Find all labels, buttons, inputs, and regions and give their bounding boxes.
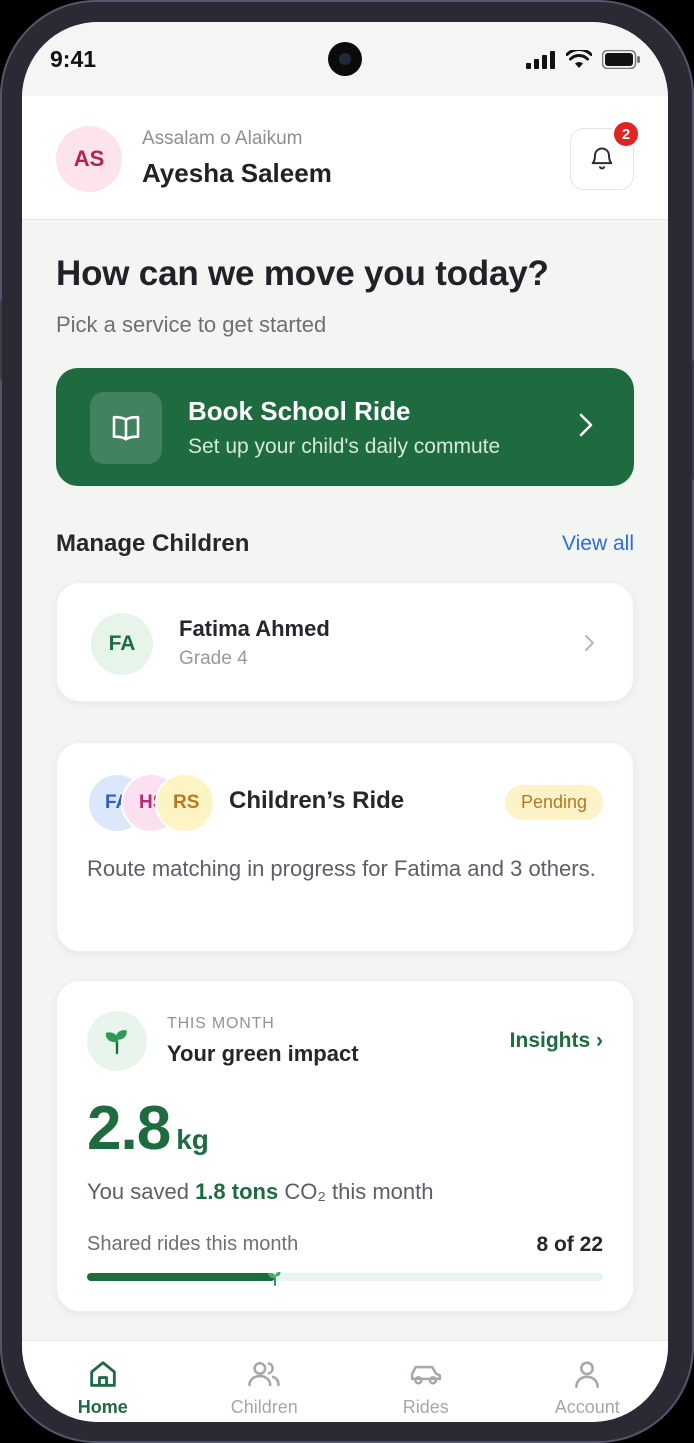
front-camera [328, 42, 362, 76]
volume-button [0, 300, 2, 380]
nav-home[interactable]: Home [22, 1341, 184, 1422]
greeting-text: Assalam o Alaikum [142, 128, 303, 149]
user-avatar[interactable]: AS [56, 126, 122, 192]
impact-saved-text: You saved 1.8 tons CO₂ this month [87, 1179, 434, 1205]
bottom-nav: Home Children Rides Account [22, 1340, 668, 1422]
account-icon [575, 1361, 600, 1389]
notification-badge: 2 [612, 120, 640, 148]
saved-suffix: CO₂ this month [284, 1179, 434, 1204]
bell-icon [591, 147, 613, 170]
shared-rides-count: 8 of 22 [536, 1233, 603, 1256]
child-avatar: FA [91, 613, 153, 675]
sprout-icon [87, 1011, 147, 1071]
saved-prefix: You saved [87, 1179, 189, 1204]
status-time: 9:41 [50, 46, 97, 72]
book-open-icon [90, 392, 162, 464]
screen: 9:41 AS Assalam o Alaikum Ayesha Saleem … [22, 22, 668, 1422]
book-ride-title: Book School Ride [188, 396, 411, 426]
signal-icon [526, 50, 555, 69]
nav-rides[interactable]: Rides [345, 1341, 507, 1422]
saved-amount: 1.8 tons [195, 1179, 279, 1204]
child-avatar: RS [155, 773, 215, 833]
phone-frame: 9:41 AS Assalam o Alaikum Ayesha Saleem … [0, 0, 694, 1443]
impact-unit: kg [176, 1124, 209, 1155]
impact-value: 2.8 kg [87, 1093, 209, 1164]
children-icon [248, 1361, 281, 1387]
car-icon [410, 1365, 441, 1385]
page-subtitle: Pick a service to get started [56, 312, 327, 337]
home-icon [90, 1361, 116, 1387]
ride-title: Children’s Ride [229, 787, 405, 814]
status-icons [526, 50, 640, 69]
book-school-ride-card[interactable]: Book School Ride Set up your child's dai… [56, 368, 634, 486]
child-name: Fatima Ahmed [179, 616, 330, 641]
book-ride-subtitle: Set up your child's daily commute [188, 435, 501, 458]
nav-label: Home [77, 1397, 128, 1417]
shared-rides-progress [87, 1271, 603, 1286]
ride-description: Route matching in progress for Fatima an… [87, 856, 596, 881]
child-grade: Grade 4 [179, 648, 248, 669]
impact-overline: THIS MONTH [167, 1015, 275, 1032]
wifi-icon [566, 50, 592, 68]
page-title: How can we move you today? [56, 254, 549, 293]
view-all-link[interactable]: View all [562, 532, 634, 556]
child-card[interactable]: FA Fatima Ahmed Grade 4 [56, 582, 634, 702]
status-badge: Pending [504, 785, 603, 820]
battery-icon [602, 50, 640, 69]
childrens-ride-card[interactable]: FA HS RS Children’s Ride Pending Route m… [56, 742, 634, 952]
leaf-icon [267, 1271, 281, 1286]
user-name: Ayesha Saleem [142, 158, 332, 188]
insights-link[interactable]: Insights › [510, 1029, 603, 1053]
chevron-right-icon [585, 635, 594, 651]
impact-number: 2.8 [87, 1094, 171, 1163]
nav-label: Account [554, 1397, 620, 1417]
nav-label: Children [230, 1397, 298, 1417]
status-bar: 9:41 [22, 22, 668, 96]
progress-fill [87, 1273, 275, 1281]
app-header: AS Assalam o Alaikum Ayesha Saleem 2 [22, 96, 668, 220]
nav-children[interactable]: Children [184, 1341, 346, 1422]
nav-account[interactable]: Account [507, 1341, 669, 1422]
impact-title: Your green impact [167, 1041, 359, 1066]
shared-rides-label: Shared rides this month [87, 1233, 299, 1255]
children-avatar-stack: FA HS RS [87, 773, 217, 835]
green-impact-card: THIS MONTH Your green impact Insights › … [56, 980, 634, 1312]
chevron-right-icon [579, 413, 593, 437]
nav-label: Rides [402, 1397, 449, 1417]
manage-children-title: Manage Children [56, 530, 250, 557]
